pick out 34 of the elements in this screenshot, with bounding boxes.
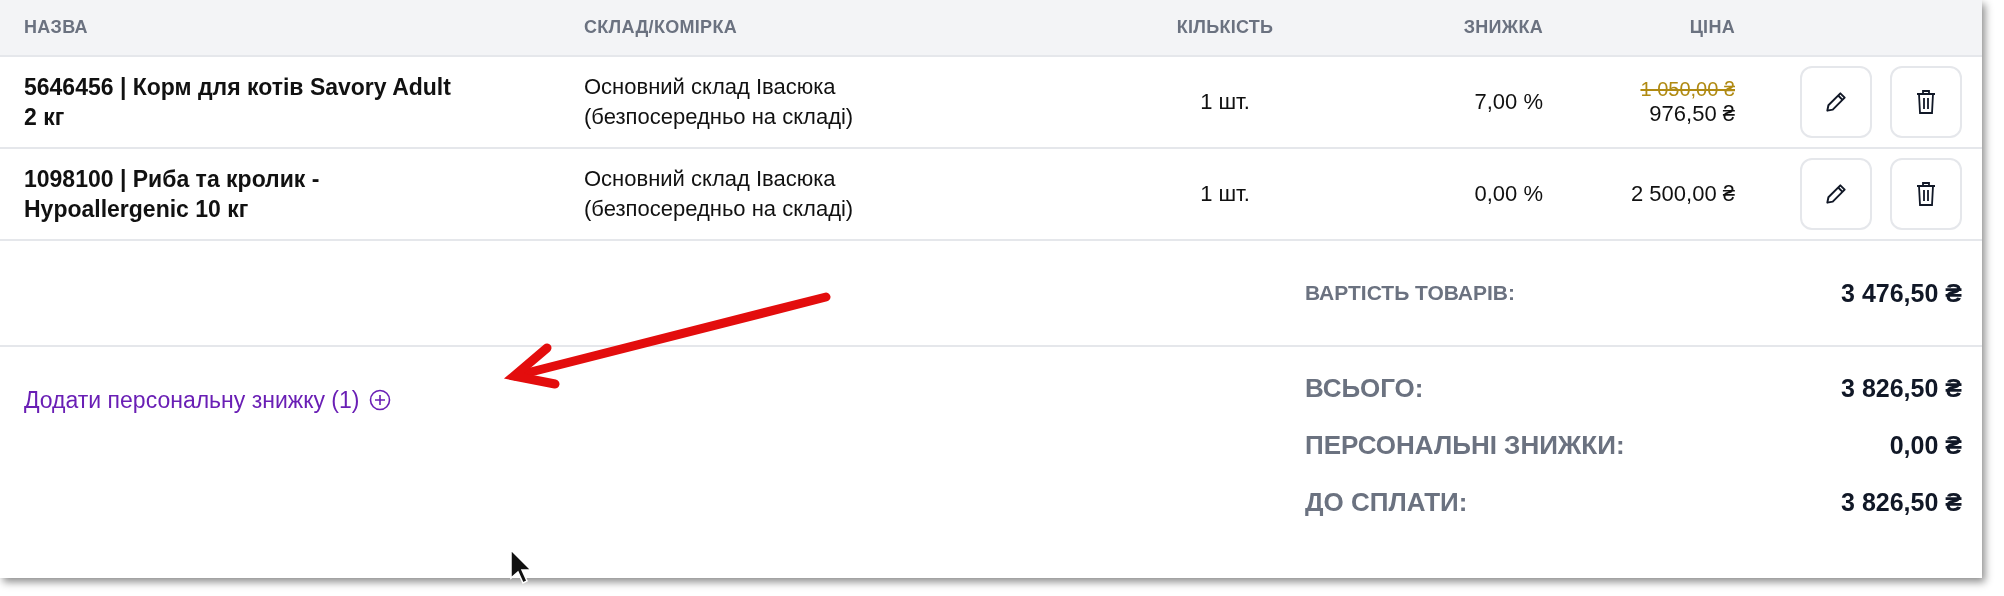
quantity-cell-text: 1 шт. <box>1199 181 1251 207</box>
column-header: КІЛЬКІСТЬ <box>1175 17 1275 38</box>
column-header: СКЛАД/КОМІРКА <box>584 17 738 38</box>
plus-circle-icon <box>369 389 392 411</box>
total-label: ВСЬОГО: <box>1305 373 1424 404</box>
pencil-icon <box>1823 181 1849 207</box>
total-label: ДО СПЛАТИ: <box>1305 487 1468 518</box>
add-discount-link[interactable]: Додати персональну знижку (1) <box>24 385 392 415</box>
subtotal-label: ВАРТІСТЬ ТОВАРІВ: <box>1305 281 1515 305</box>
product-name: 5646456 | Корм для котів Savory Adult 2 кг <box>24 73 452 132</box>
product-name: 1098100 | Риба та кролик - Hypoallergenic 10 кг <box>24 165 321 224</box>
old-price: 1 050,00 ₴ <box>1640 77 1735 101</box>
trash-icon <box>1914 89 1938 115</box>
pencil-icon <box>1823 89 1849 115</box>
column-header: НАЗВА <box>24 17 89 38</box>
subtotal-value: 3 476,50 ₴ <box>1841 278 1962 308</box>
edit-button[interactable] <box>1800 66 1872 138</box>
total-value: 3 826,50 ₴ <box>1841 488 1962 517</box>
total-value: 0,00 ₴ <box>1889 431 1962 460</box>
quantity-cell-text: 1 шт. <box>1199 89 1251 115</box>
trash-icon <box>1914 181 1938 207</box>
price-cell: 976,50 ₴ <box>1649 100 1735 127</box>
total-label: ПЕРСОНАЛЬНІ ЗНИЖКИ: <box>1305 430 1625 461</box>
delete-button[interactable] <box>1890 158 1962 230</box>
total-value: 3 826,50 ₴ <box>1841 374 1962 403</box>
warehouse-cell-text: Основний склад Івасюка (безпосередньо на складі) <box>584 73 855 131</box>
price-cell: 2 500,00 ₴ <box>1631 181 1735 207</box>
discount-cell-text: 0,00 % <box>1473 181 1543 207</box>
column-header: ЗНИЖКА <box>1462 17 1543 38</box>
discount-cell-text: 7,00 % <box>1473 89 1543 115</box>
column-header: ЦІНА <box>1688 17 1735 38</box>
warehouse-cell-text: Основний склад Івасюка (безпосередньо на складі) <box>584 165 855 223</box>
edit-button[interactable] <box>1800 158 1872 230</box>
delete-button[interactable] <box>1890 66 1962 138</box>
